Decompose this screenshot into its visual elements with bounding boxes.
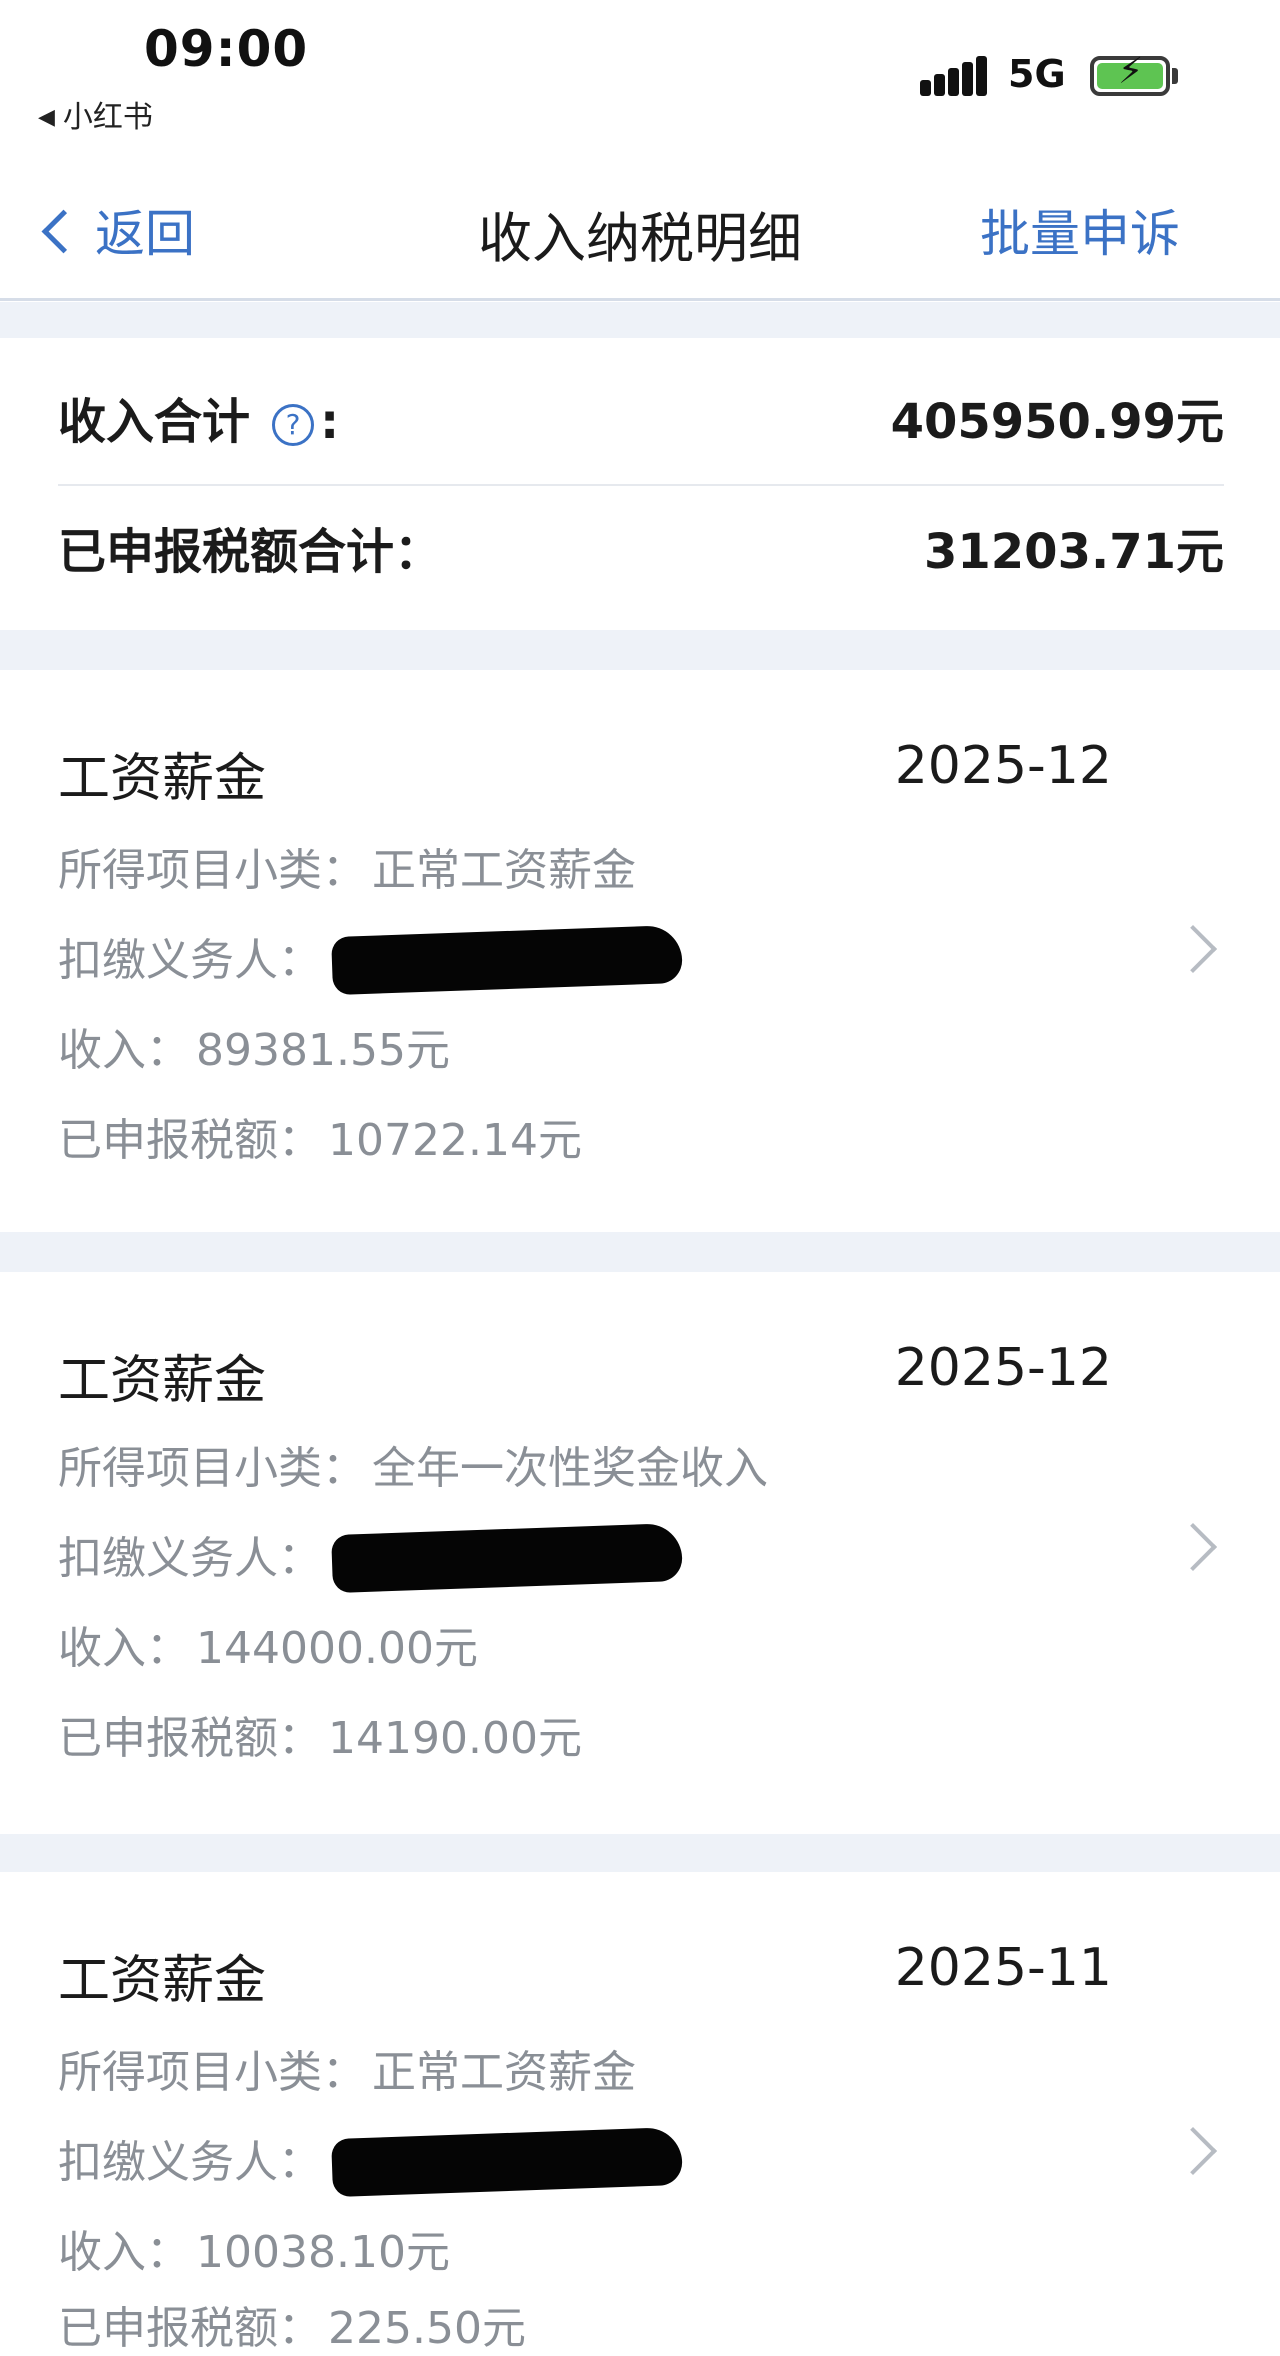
record-date: 2025-11 — [894, 1938, 1112, 1998]
record-income: 收入： 10038.10元 — [58, 2216, 450, 2280]
section-gap — [0, 1834, 1280, 1872]
income-total-label: 收入合计 — [58, 394, 251, 450]
income-total-row: 收入合计?: 405950.99元 — [58, 338, 1224, 468]
tax-value: 10722.14元 — [328, 1115, 582, 1166]
subcategory-value: 正常工资薪金 — [372, 2047, 636, 2098]
record-subcategory: 所得项目小类： 正常工资薪金 — [58, 834, 636, 898]
subcategory-value: 全年一次性奖金收入 — [372, 1443, 768, 1494]
record-income: 收入： 89381.55元 — [58, 1014, 450, 1078]
tax-total-value: 31203.71元 — [923, 524, 1224, 580]
record-date: 2025-12 — [894, 736, 1112, 796]
income-value: 10038.10元 — [196, 2227, 450, 2278]
section-gap — [0, 1232, 1280, 1272]
record-withholder: 扣缴义务人： — [58, 2126, 683, 2198]
record-subcategory: 所得项目小类： 正常工资薪金 — [58, 2036, 636, 2100]
subcategory-value: 正常工资薪金 — [372, 845, 636, 896]
record-title: 工资薪金 — [58, 1351, 267, 1411]
back-to-app-link[interactable]: ◀ 小红书 — [38, 92, 153, 136]
network-type: 5G — [1008, 52, 1066, 96]
record-tax: 已申报税额： 10722.14元 — [58, 1104, 582, 1168]
income-record-card[interactable]: 工资薪金 2025-12 所得项目小类： 全年一次性奖金收入 扣缴义务人： 收入：… — [0, 1272, 1280, 1834]
tax-total-row: 已申报税额合计： 31203.71元 — [58, 468, 1224, 598]
tax-total-label: 已申报税额合计： — [58, 524, 443, 580]
tax-label: 已申报税额： — [58, 2303, 322, 2354]
help-icon[interactable]: ? — [272, 404, 315, 446]
income-value: 89381.55元 — [196, 1025, 450, 1076]
record-title: 工资薪金 — [58, 749, 267, 809]
subcategory-label: 所得项目小类： — [58, 1443, 366, 1494]
tax-label: 已申报税额： — [58, 1115, 322, 1166]
withholder-label: 扣缴义务人： — [58, 1533, 322, 1584]
chevron-right-icon — [1168, 924, 1218, 974]
income-total-value: 405950.99元 — [890, 394, 1224, 450]
income-value: 144000.00元 — [196, 1623, 478, 1674]
status-time: 09:00 — [144, 20, 309, 78]
income-total-label-wrap: 收入合计?: — [58, 382, 339, 452]
redaction-mark — [331, 2126, 683, 2198]
back-app-label: 小红书 — [62, 100, 153, 135]
battery-cap — [1172, 68, 1178, 84]
record-tax: 已申报税额： 225.50元 — [58, 2292, 526, 2356]
record-subcategory: 所得项目小类： 全年一次性奖金收入 — [58, 1432, 768, 1496]
tax-value: 225.50元 — [328, 2303, 526, 2354]
back-triangle-icon: ◀ — [38, 105, 55, 130]
income-record-card[interactable]: 工资薪金 2025-12 所得项目小类： 正常工资薪金 扣缴义务人： 收入： 893… — [0, 670, 1280, 1232]
record-title: 工资薪金 — [58, 1951, 267, 2011]
status-bar: 09:00 ◀ 小红书 5G ⚡ — [0, 0, 1280, 150]
charging-bolt-icon: ⚡ — [1118, 51, 1144, 92]
nav-divider — [0, 298, 1280, 301]
withholder-label: 扣缴义务人： — [58, 2137, 322, 2188]
record-income: 收入： 144000.00元 — [58, 1612, 478, 1676]
withholder-label: 扣缴义务人： — [58, 935, 322, 986]
tax-label: 已申报税额： — [58, 1713, 322, 1764]
subcategory-label: 所得项目小类： — [58, 2047, 366, 2098]
chevron-right-icon — [1168, 2126, 1218, 2176]
redaction-mark — [331, 924, 683, 996]
income-label: 收入： — [58, 1623, 190, 1674]
batch-appeal-button[interactable]: 批量申诉 — [980, 194, 1180, 266]
income-record-card[interactable]: 工资薪金 2025-11 所得项目小类： 正常工资薪金 扣缴义务人： 收入： 100… — [0, 1872, 1280, 2354]
income-total-colon: : — [320, 394, 340, 450]
tax-value: 14190.00元 — [328, 1713, 582, 1764]
battery-icon: ⚡ — [1090, 51, 1170, 96]
chevron-right-icon — [1168, 1522, 1218, 1572]
income-label: 收入： — [58, 2227, 190, 2278]
navigation-bar: 返回 收入纳税明细 批量申诉 — [0, 150, 1280, 301]
summary-panel: 收入合计?: 405950.99元 已申报税额合计： 31203.71元 — [0, 338, 1280, 630]
record-withholder: 扣缴义务人： — [58, 1522, 683, 1594]
redaction-mark — [331, 1522, 683, 1594]
income-label: 收入： — [58, 1025, 190, 1076]
section-gap — [0, 302, 1280, 338]
record-tax: 已申报税额： 14190.00元 — [58, 1702, 582, 1766]
record-withholder: 扣缴义务人： — [58, 924, 683, 996]
section-gap — [0, 630, 1280, 670]
signal-icon — [920, 56, 990, 96]
subcategory-label: 所得项目小类： — [58, 845, 366, 896]
record-date: 2025-12 — [894, 1338, 1112, 1398]
